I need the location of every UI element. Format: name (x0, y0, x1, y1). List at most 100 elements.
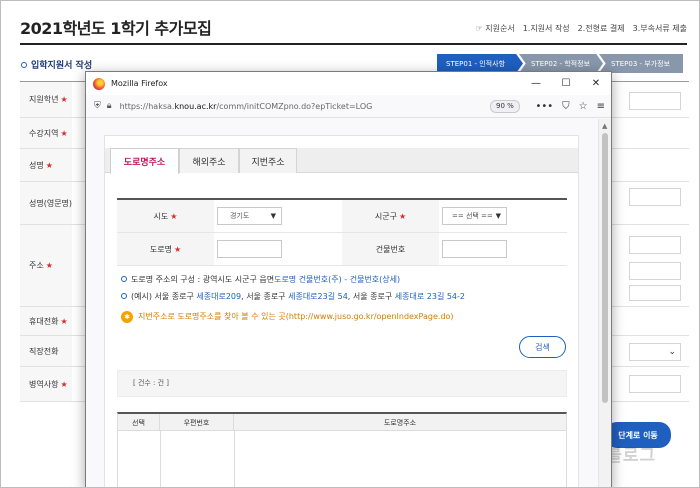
form-label: 주소 ★ (20, 225, 72, 306)
note-text: , 서울 종로구 (241, 292, 289, 301)
form-label: 휴대전화 ★ (20, 307, 72, 335)
screen-frame: 2021학년도 1학기 추가모집 ☞ 지원순서 1.지원서 작성 2.전형료 결… (0, 0, 700, 488)
search-row: 도로명 ★ 건물번호 (117, 233, 567, 266)
firefox-popup-window: Mozilla Firefox — ☐ ✕ ⛨ 🔒︎ https://haksa… (85, 71, 612, 487)
search-button[interactable]: 검색 (519, 336, 566, 358)
required-mark: ★ (398, 211, 407, 221)
url-prefix: https://haksa. (119, 101, 175, 111)
chevron-down-icon: ▼ (270, 212, 276, 220)
tab-road-address[interactable]: 도로명주소 (110, 148, 179, 174)
step-3-link[interactable]: 3.부속서류 제출 (633, 23, 687, 34)
required-mark: ★ (60, 95, 68, 104)
grade-input[interactable] (629, 92, 681, 110)
maximize-button[interactable]: ☐ (551, 72, 581, 95)
vertical-scrollbar[interactable]: ▲ (598, 119, 611, 487)
tab-lot-address[interactable]: 지번주소 (239, 148, 297, 173)
steps-guide-label: ☞ 지원순서 (475, 24, 515, 33)
pocket-icon[interactable]: ⛉ (562, 101, 570, 112)
window-titlebar: Mozilla Firefox — ☐ ✕ (86, 72, 611, 95)
application-steps-nav: ☞ 지원순서 1.지원서 작성 2.전형료 결제 3.부속서류 제출 (476, 23, 687, 34)
note-example: (예시) 서울 종로구 세종대로209, 서울 종로구 세종대로23길 54, … (121, 288, 465, 305)
step-1-link[interactable]: 1.지원서 작성 (523, 23, 570, 34)
required-mark: ★ (170, 211, 178, 221)
bullet-icon (121, 276, 127, 282)
window-controls: — ☐ ✕ (521, 72, 611, 95)
sido-select-value: 경기도 (230, 212, 250, 220)
scroll-up-icon[interactable]: ▲ (602, 122, 607, 130)
page-viewport: 도로명주소 해외주소 지번주소 시도 ★ 경기도 ▼ 시군구 ★ == 선택 == ▼ … (86, 119, 600, 487)
note-highlight: 세종대로209 (196, 292, 242, 301)
english-name-input[interactable] (629, 188, 681, 206)
column-header-road-address: 도로명주소 (383, 418, 417, 427)
tab-overseas-address[interactable]: 해외주소 (179, 148, 239, 173)
title-divider (20, 43, 687, 45)
sigungu-select[interactable]: == 선택 == ▼ (442, 207, 507, 225)
sido-label-text: 시도 (153, 211, 169, 221)
minimize-button[interactable]: — (521, 72, 551, 95)
form-label-text: 성명 (29, 160, 44, 170)
address-input-3[interactable] (629, 285, 681, 301)
close-button[interactable]: ✕ (581, 72, 611, 95)
url-text[interactable]: https://haksa.knou.ac.kr/comm/initCOMZpn… (120, 102, 373, 111)
form-label-text: 성명(영문명) (29, 198, 73, 208)
bullet-icon (21, 62, 27, 68)
building-number-input[interactable] (442, 240, 507, 258)
required-mark: ★ (60, 128, 68, 138)
window-title: Mozilla Firefox (111, 79, 168, 88)
more-actions-icon[interactable]: ••• (535, 101, 553, 112)
military-input[interactable] (629, 375, 681, 393)
note-highlight: 세종대로 23길 54-2 (394, 292, 466, 301)
address-type-tabs: 도로명주소 해외주소 지번주소 (105, 148, 578, 174)
sigungu-label: 시군구 ★ (342, 200, 439, 232)
tip-text: 지번주소로 도로명주소를 찾아 볼 수 있는 곳(http://www.juso… (138, 312, 454, 321)
note-composition: 도로명 주소의 구성 : 광역시도 시군구 읍면도로명 건물번호(주) - 건물… (121, 271, 465, 288)
address-bar[interactable]: ⛨ 🔒︎ https://haksa.knou.ac.kr/comm/initC… (86, 95, 611, 118)
zoom-level-badge[interactable]: 90 % (490, 100, 520, 113)
address-input-1[interactable] (629, 236, 681, 254)
scrollbar-thumb[interactable] (602, 133, 608, 403)
address-notes: 도로명 주소의 구성 : 광역시도 시군구 읍면도로명 건물번호(주) - 건물… (121, 271, 465, 305)
firefox-logo-icon (93, 77, 105, 90)
shield-icon[interactable]: ⛨ (94, 101, 101, 111)
form-label-text: 직장전화 (29, 346, 59, 356)
search-row: 시도 ★ 경기도 ▼ 시군구 ★ == 선택 == ▼ (117, 200, 567, 233)
required-mark: ★ (45, 261, 53, 270)
building-number-label: 건물번호 (342, 233, 439, 265)
bookmark-star-icon[interactable]: ☆ (579, 101, 588, 112)
required-mark: ★ (45, 160, 53, 170)
page-title: 2021학년도 1학기 추가모집 (20, 19, 212, 38)
note-highlight: 도로명 건물번호(주) - 건물번호(상세) (274, 275, 401, 284)
section-title-text: 입학지원서 작성 (31, 61, 93, 71)
step-2-link[interactable]: 2.전형료 결제 (578, 23, 625, 34)
url-actions: ••• ⛉ ☆ ≡ (535, 95, 605, 118)
note-text: , 서울 종로구 (347, 292, 395, 301)
result-table: 선택 우편번호 도로명주소 (117, 412, 567, 487)
road-name-label: 도로명 ★ (117, 233, 214, 265)
sido-select[interactable]: 경기도 ▼ (217, 207, 282, 225)
result-count: [ 건수 : 건 ] (117, 370, 567, 397)
section-title: 입학지원서 작성 (21, 58, 92, 71)
url-host: knou.ac.kr (174, 101, 217, 111)
lock-icon[interactable]: 🔒︎ (107, 101, 112, 111)
address-input-2[interactable] (629, 262, 681, 280)
info-icon: ✱ (121, 310, 133, 323)
form-label-text: 지원학년 (29, 95, 59, 104)
form-label: 직장전화 (20, 336, 72, 366)
required-mark: ★ (60, 316, 68, 326)
search-conditions-table: 시도 ★ 경기도 ▼ 시군구 ★ == 선택 == ▼ 도로명 ★ 건물번호 (117, 198, 567, 266)
required-mark: ★ (173, 244, 182, 254)
form-label-text: 주소 (29, 261, 44, 270)
column-header-zipcode: 우편번호 (160, 414, 234, 431)
sido-label: 시도 ★ (117, 200, 214, 232)
office-phone-select[interactable]: ⌄ (629, 343, 681, 361)
form-label-text: 휴대전화 (29, 316, 59, 326)
juso-site-tip[interactable]: ✱ 지번주소로 도로명주소를 찾아 볼 수 있는 곳(http://www.jus… (121, 310, 454, 324)
form-label: 수강지역 ★ (20, 118, 72, 148)
address-search-panel: 도로명주소 해외주소 지번주소 시도 ★ 경기도 ▼ 시군구 ★ == 선택 == ▼ … (104, 135, 579, 487)
road-name-input[interactable] (217, 240, 282, 258)
chevron-down-icon: ▼ (495, 212, 501, 220)
menu-icon[interactable]: ≡ (597, 101, 605, 112)
sigungu-select-value: == 선택 == (452, 212, 493, 220)
url-path: /comm/initCOMZpno.do?epTicket=LOG (216, 101, 373, 111)
note-highlight: 세종대로23길 54 (288, 292, 348, 301)
